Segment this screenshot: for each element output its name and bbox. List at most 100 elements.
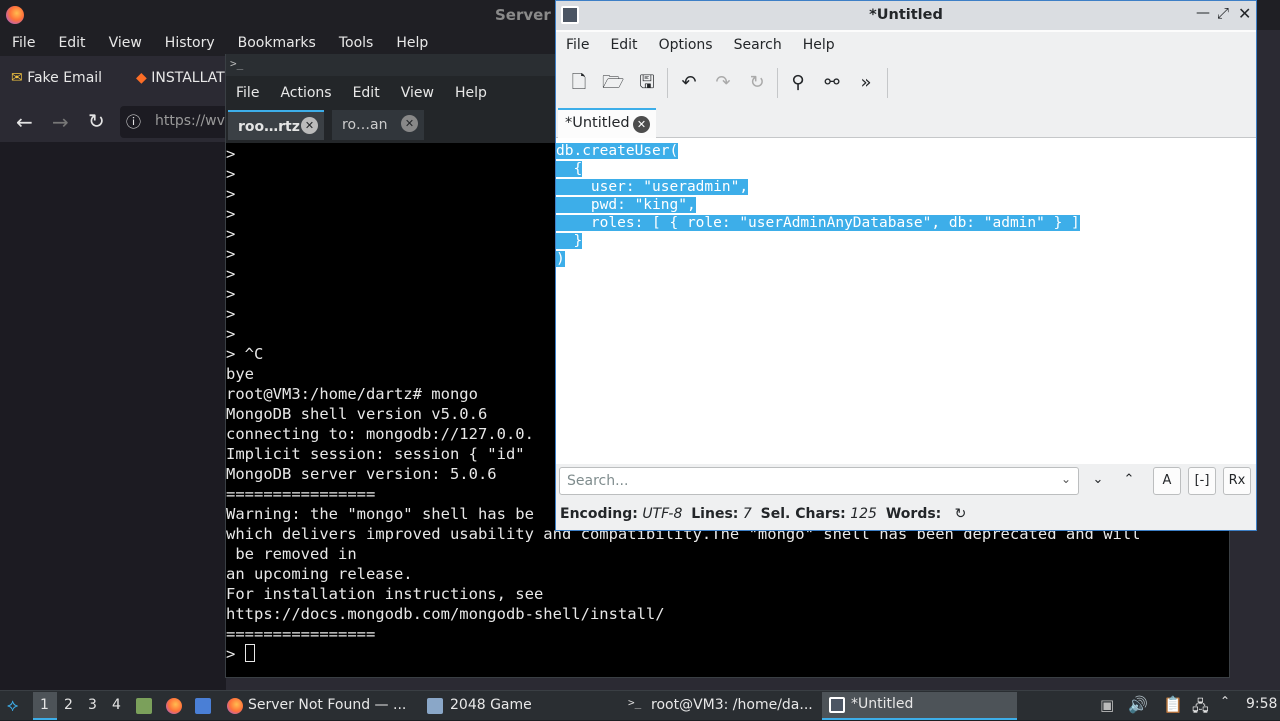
terminal-tab-active[interactable]: roo…rtz ✕: [228, 110, 324, 140]
terminal-menubar: File Actions Edit View Help: [226, 82, 556, 106]
kate-menu-search[interactable]: Search: [724, 32, 793, 60]
task-terminal[interactable]: >_ root@VM3: /home/da...: [622, 692, 817, 720]
terminal-line: ================: [226, 625, 376, 643]
selchars-label: Sel. Chars:: [760, 506, 846, 522]
code-line: pwd: "king",: [556, 197, 696, 213]
menu-view[interactable]: View: [97, 30, 153, 56]
menu-file[interactable]: File: [0, 30, 46, 56]
term-menu-file[interactable]: File: [226, 82, 270, 106]
task-2048-game[interactable]: 2048 Game: [422, 692, 617, 720]
toolbar-separator: [777, 68, 778, 98]
find-previous-icon[interactable]: ⌃: [1115, 467, 1143, 495]
kate-window-title: *Untitled: [869, 7, 943, 23]
menu-bookmarks[interactable]: Bookmarks: [226, 30, 327, 56]
firefox-title: Server: [495, 6, 551, 24]
envelope-icon: ✉: [11, 70, 23, 86]
bookmark-fake-email[interactable]: ✉ Fake Email: [11, 70, 102, 86]
chevron-down-icon[interactable]: ⌄: [1061, 472, 1071, 486]
close-icon[interactable]: ✕: [401, 115, 418, 132]
task-firefox[interactable]: Server Not Found — ...: [222, 692, 417, 720]
file-manager-icon[interactable]: [136, 698, 152, 714]
whole-words-icon[interactable]: [-]: [1188, 467, 1216, 495]
minimize-icon[interactable]: —: [1196, 5, 1210, 21]
menu-history[interactable]: History: [153, 30, 226, 56]
close-icon[interactable]: ✕: [633, 116, 650, 133]
term-menu-help[interactable]: Help: [445, 82, 498, 106]
code-line: user: "useradmin",: [556, 179, 749, 195]
close-icon[interactable]: ✕: [1238, 4, 1251, 23]
kate-menubar: File Edit Options Search Help: [556, 32, 1256, 60]
term-menu-actions[interactable]: Actions: [270, 82, 342, 106]
workspace-3[interactable]: 3: [88, 697, 97, 713]
lines-label: Lines:: [691, 506, 739, 522]
match-case-icon[interactable]: A: [1153, 467, 1181, 495]
show-desktop-icon[interactable]: [195, 698, 211, 714]
kate-icon: [829, 697, 845, 713]
replace-icon[interactable]: ⚯: [821, 72, 843, 94]
redo-icon[interactable]: ↷: [712, 72, 734, 94]
terminal-prompt-line: >: [226, 644, 1229, 664]
code-line: roles: [ { role: "userAdminAnyDatabase",…: [556, 215, 1080, 231]
terminal-line: For installation instructions, see: [226, 585, 544, 603]
firefox-launcher-icon[interactable]: [166, 698, 182, 714]
kate-menu-options[interactable]: Options: [649, 32, 724, 60]
open-folder-icon[interactable]: 🗁: [602, 72, 624, 94]
refresh-icon[interactable]: ↻: [955, 506, 967, 522]
save-icon[interactable]: 🖫: [636, 72, 658, 94]
application-launcher-icon[interactable]: ⟡: [7, 696, 18, 716]
regex-icon[interactable]: Rx: [1223, 467, 1251, 495]
kate-menu-edit[interactable]: Edit: [600, 32, 648, 60]
code-line: {: [556, 161, 583, 177]
code-line: }: [556, 233, 583, 249]
terminal-tabbar: roo…rtz ✕ ro…an ✕: [226, 108, 556, 142]
gitlab-icon: ◆: [136, 70, 147, 86]
workspace-1[interactable]: 1: [40, 697, 49, 713]
task-kate[interactable]: *Untitled: [822, 692, 1017, 720]
find-icon[interactable]: ⚲: [787, 72, 809, 94]
firefox-menubar: File Edit View History Bookmarks Tools H…: [0, 30, 560, 56]
terminal-tab-inactive[interactable]: ro…an ✕: [332, 110, 424, 140]
term-menu-view[interactable]: View: [391, 82, 445, 106]
menu-help[interactable]: Help: [384, 30, 439, 56]
clock[interactable]: 9:58: [1246, 696, 1277, 712]
kate-menu-file[interactable]: File: [556, 32, 600, 60]
code-line: db.createUser(: [556, 143, 679, 159]
network-icon[interactable]: 🖧: [1192, 696, 1209, 721]
info-icon[interactable]: ⓘ: [126, 111, 141, 132]
search-input[interactable]: Search...: [559, 467, 1079, 495]
forward-arrow-icon[interactable]: →: [52, 110, 69, 134]
words-label: Words:: [885, 506, 942, 522]
kate-statusbar: Encoding: UTF-8 Lines: 7 Sel. Chars: 125…: [556, 500, 1256, 530]
reload-icon[interactable]: ↻: [88, 109, 105, 133]
kate-toolbar: 🗋 🗁 🖫 ↶ ↷ ↻ ⚲ ⚯ »: [556, 60, 1256, 106]
clipboard-icon[interactable]: 📋: [1163, 695, 1183, 714]
terminal-icon: >_: [628, 696, 642, 709]
new-document-icon[interactable]: 🗋: [568, 72, 590, 94]
workspace-4[interactable]: 4: [112, 697, 121, 713]
workspace-2[interactable]: 2: [64, 697, 73, 713]
code-line: ): [556, 251, 565, 267]
undo-icon[interactable]: ↶: [678, 72, 700, 94]
kate-document-tab[interactable]: *Untitled ✕: [558, 108, 656, 138]
notifications-icon[interactable]: ▣: [1100, 696, 1114, 714]
taskbar: ⟡ 1 2 3 4 Server Not Found — ... 2048 Ga…: [0, 690, 1280, 720]
back-arrow-icon[interactable]: ←: [16, 110, 33, 134]
reload-icon[interactable]: ↻: [746, 72, 768, 94]
maximize-icon[interactable]: ⤢: [1217, 4, 1229, 22]
terminal-prompt-icon: >_: [230, 57, 244, 70]
kate-menu-help[interactable]: Help: [793, 32, 846, 60]
close-icon[interactable]: ✕: [301, 117, 318, 134]
find-next-icon[interactable]: ⌄: [1084, 467, 1112, 495]
kate-editor[interactable]: db.createUser( { user: "useradmin", pwd:…: [556, 138, 1256, 464]
term-menu-edit[interactable]: Edit: [343, 82, 391, 106]
volume-icon[interactable]: 🔊: [1128, 695, 1148, 714]
firefox-content: [0, 142, 226, 690]
bookmark-installat[interactable]: ◆ INSTALLAT: [136, 70, 225, 86]
search-bar: Search... ⌄ ⌄ ⌃ A [-] Rx: [556, 464, 1256, 500]
tray-expand-icon[interactable]: ⌃: [1220, 694, 1230, 708]
more-icon[interactable]: »: [855, 72, 877, 94]
encoding-value[interactable]: UTF-8: [642, 506, 682, 522]
text-cursor: [244, 644, 255, 662]
menu-tools[interactable]: Tools: [327, 30, 385, 56]
menu-edit[interactable]: Edit: [46, 30, 96, 56]
